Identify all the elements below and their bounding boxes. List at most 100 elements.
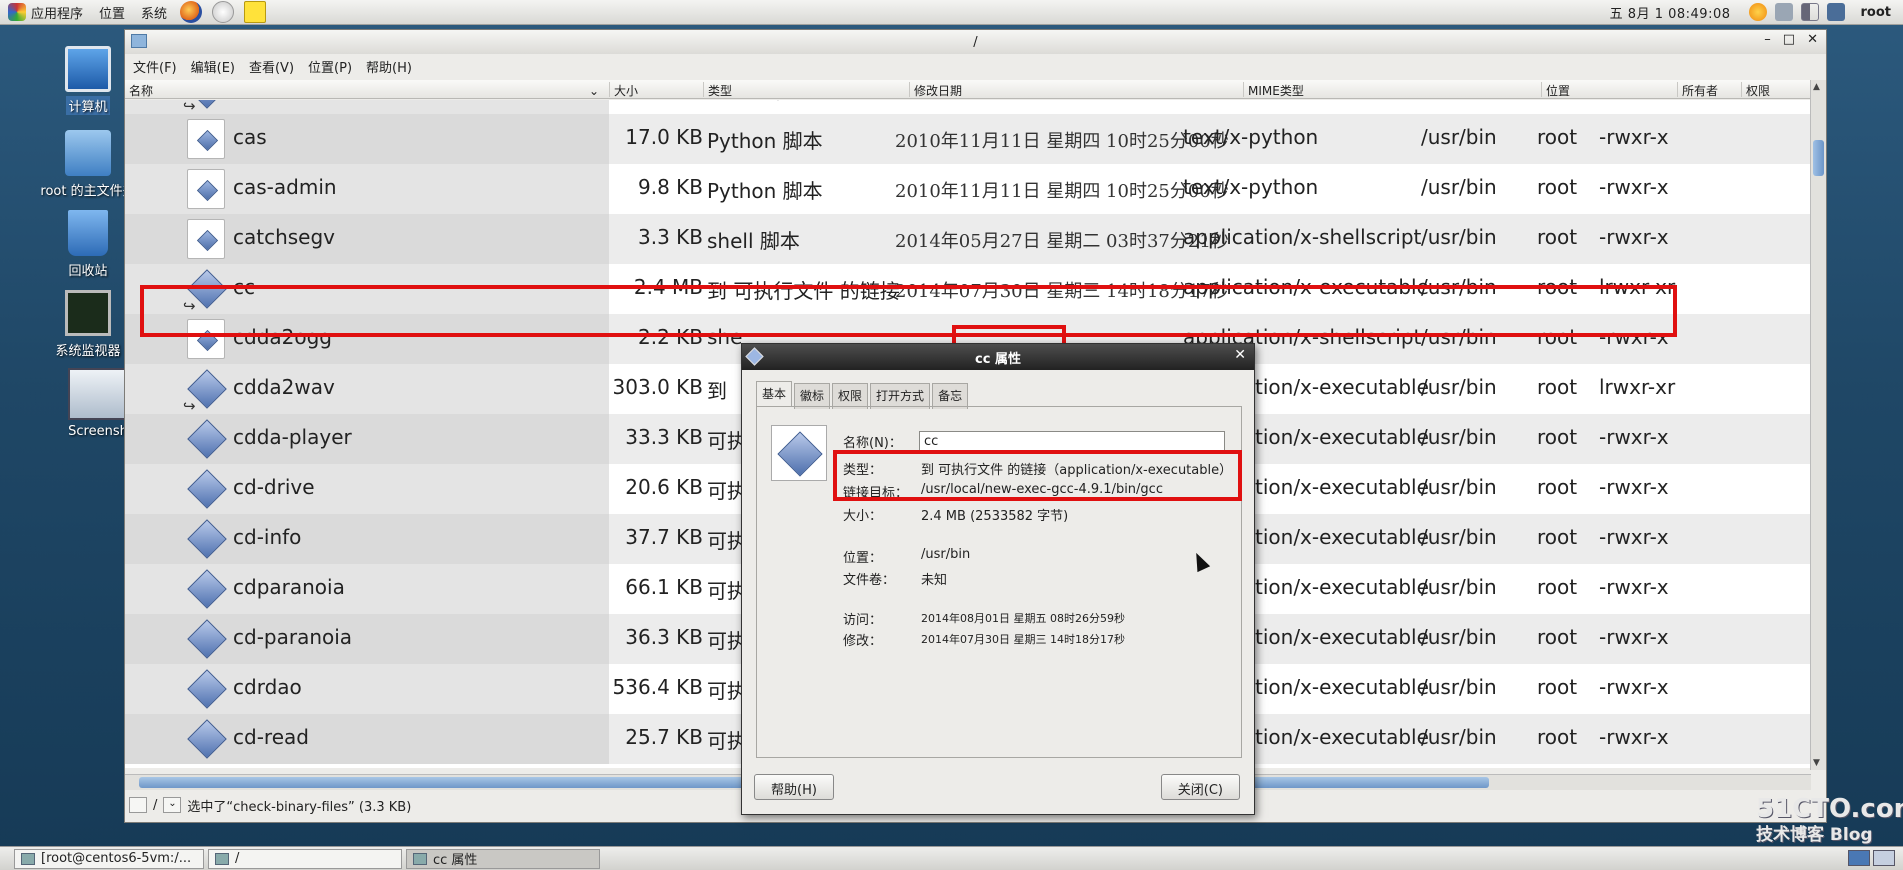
display-icon[interactable] xyxy=(1826,3,1845,21)
table-row[interactable]: cas 17.0 KB Python 脚本 2010年11月11日 星期四 10时25… xyxy=(125,114,1811,164)
workspace-switcher xyxy=(1848,850,1895,866)
file-permissions: -rwxr-x xyxy=(1599,125,1669,149)
table-row[interactable]: catchsegv 3.3 KB shell 脚本 2014年05月27日 星期二 0… xyxy=(125,214,1811,264)
notes-icon[interactable] xyxy=(244,1,267,23)
folder-icon[interactable] xyxy=(129,797,147,813)
column-permissions[interactable]: 权限 xyxy=(1741,82,1770,98)
file-location: /usr/bin xyxy=(1421,175,1497,199)
file-type: Python 脚本 xyxy=(707,129,823,153)
file-date: 2010年08月18日 星期三 23时34分00秒 xyxy=(895,100,1229,103)
executable-icon xyxy=(187,469,225,509)
file-permissions: -rwxr-x xyxy=(1599,575,1669,599)
desktop-icon-system-monitor[interactable]: 系统监视器 xyxy=(38,290,138,359)
volume-icon[interactable] xyxy=(1800,3,1819,21)
close-dialog-button[interactable]: 关闭(C) xyxy=(1160,774,1240,800)
top-panel: 应用程序 位置 系统 五 8月 1 08:49:08 root xyxy=(0,0,1903,25)
taskbar-item-label: [root@centos6-5vm:/... xyxy=(41,851,192,866)
file-type: 到 xyxy=(707,379,727,403)
folder-icon xyxy=(215,852,229,865)
scroll-down-arrow-icon[interactable]: ▼ xyxy=(1813,758,1820,768)
computer-icon xyxy=(65,46,111,92)
gnome-foot-icon xyxy=(8,3,26,21)
file-location: /usr/bin xyxy=(1421,225,1497,249)
column-mime[interactable]: MIME类型 xyxy=(1243,82,1304,98)
tab-basic[interactable]: 基本 xyxy=(756,381,793,407)
file-mime: text/x-python xyxy=(1183,175,1319,199)
file-type: Python 脚本 xyxy=(707,179,823,203)
taskbar-item-terminal[interactable]: [root@centos6-5vm:/... xyxy=(14,848,204,869)
file-location: /usr/bin xyxy=(1421,525,1497,549)
accessed-label: 访问： xyxy=(843,613,883,628)
applications-menu[interactable]: 应用程序 xyxy=(0,0,91,25)
properties-dialog: cc 属性 ✕ 基本 徽标 权限 打开方式 备忘 名称(N)： cc 类型： 到… xyxy=(741,343,1255,815)
file-name: cdda2wav xyxy=(233,375,335,399)
help-button[interactable]: 帮助(H) xyxy=(754,774,834,800)
column-owner[interactable]: 所有者 xyxy=(1677,82,1718,98)
menu-view[interactable]: 查看(V) xyxy=(249,57,294,76)
file-name: cd-read xyxy=(233,725,309,749)
location-value: /usr/bin xyxy=(921,547,971,562)
workspace-1[interactable] xyxy=(1848,850,1870,866)
column-date[interactable]: 修改日期 xyxy=(909,82,962,98)
file-owner: root xyxy=(1537,175,1578,199)
desktop-icon-computer[interactable]: 计算机 xyxy=(38,46,138,115)
clock[interactable]: 五 8月 1 08:49:08 xyxy=(1596,3,1745,22)
file-mime: application/x-shellscript xyxy=(1183,225,1422,249)
dialog-close-icon[interactable]: ✕ xyxy=(1234,347,1246,363)
file-name: cd-drive xyxy=(233,475,315,499)
menu-places[interactable]: 位置(P) xyxy=(308,57,352,76)
file-mime: text/x-python xyxy=(1183,125,1319,149)
file-owner: root xyxy=(1537,725,1578,749)
taskbar-item-file-manager[interactable]: / xyxy=(208,848,402,869)
chevron-down-icon[interactable]: ⌄ xyxy=(163,797,182,813)
column-size[interactable]: 大小 xyxy=(609,82,638,98)
system-menu[interactable]: 系统 xyxy=(133,0,175,25)
file-name: cdrdao xyxy=(233,675,302,699)
scroll-up-arrow-icon[interactable]: ▲ xyxy=(1813,82,1820,92)
desktop-icon-label: 回收站 xyxy=(68,264,108,279)
file-size: 9.8 KB xyxy=(638,175,703,199)
file-location: /usr/bin xyxy=(1421,625,1497,649)
file-permissions: -rwxr-x xyxy=(1599,525,1669,549)
menu-help[interactable]: 帮助(H) xyxy=(366,57,412,76)
column-name[interactable]: 名称 ⌄ xyxy=(125,82,609,98)
file-name: catchsegv xyxy=(233,225,336,249)
window-titlebar[interactable]: / – □ ✕ xyxy=(125,30,1826,54)
mail-client-icon[interactable] xyxy=(212,1,235,23)
menu-file[interactable]: 文件(F) xyxy=(133,57,177,76)
update-icon[interactable] xyxy=(1748,3,1767,21)
file-owner: root xyxy=(1537,625,1578,649)
file-location: /usr/bin xyxy=(1421,125,1497,149)
firefox-icon[interactable] xyxy=(180,1,203,23)
workspace-2[interactable] xyxy=(1873,850,1895,866)
taskbar-item-properties[interactable]: cc 属性 xyxy=(406,848,600,869)
vertical-scrollbar[interactable]: ▲ ▼ xyxy=(1810,80,1826,770)
dialog-title: cc 属性 xyxy=(975,351,1021,367)
file-size: 3.3 KB xyxy=(638,225,703,249)
file-owner: root xyxy=(1537,125,1578,149)
file-executable-icon[interactable] xyxy=(771,425,827,481)
places-menu[interactable]: 位置 xyxy=(91,0,133,25)
file-date: 2014年05月27日 星期二 03时37分21秒 xyxy=(895,231,1229,252)
file-permissions: -rwxr-x xyxy=(1599,225,1669,249)
name-label: 名称(N)： xyxy=(843,436,902,451)
table-row[interactable]: captoinfo49.7 KB到 可执行文件 的链接2010年08月18日 星… xyxy=(125,100,1811,115)
minimize-button[interactable]: – xyxy=(1764,32,1771,47)
table-row[interactable]: cas-admin 9.8 KB Python 脚本 2010年11月11日 星期四 … xyxy=(125,164,1811,214)
dialog-titlebar[interactable]: cc 属性 ✕ xyxy=(742,344,1254,370)
network-icon[interactable] xyxy=(1774,3,1793,21)
file-permissions: lrwxr-xr xyxy=(1599,375,1676,399)
desktop-icon-trash[interactable]: 回收站 xyxy=(38,210,138,279)
scrollbar-thumb[interactable] xyxy=(1813,140,1824,176)
user-menu[interactable]: root xyxy=(1849,5,1903,20)
taskbar-item-label: / xyxy=(235,851,240,866)
maximize-button[interactable]: □ xyxy=(1783,32,1795,47)
file-type: shell 脚本 xyxy=(707,229,800,253)
close-button[interactable]: ✕ xyxy=(1807,32,1818,47)
file-name: cas xyxy=(233,125,267,149)
desktop-icon-home[interactable]: root 的主文件夹 xyxy=(38,130,138,199)
menu-edit[interactable]: 编辑(E) xyxy=(191,57,235,76)
column-location[interactable]: 位置 xyxy=(1541,82,1570,98)
column-type[interactable]: 类型 xyxy=(703,82,732,98)
file-location: /usr/bin xyxy=(1421,475,1497,499)
